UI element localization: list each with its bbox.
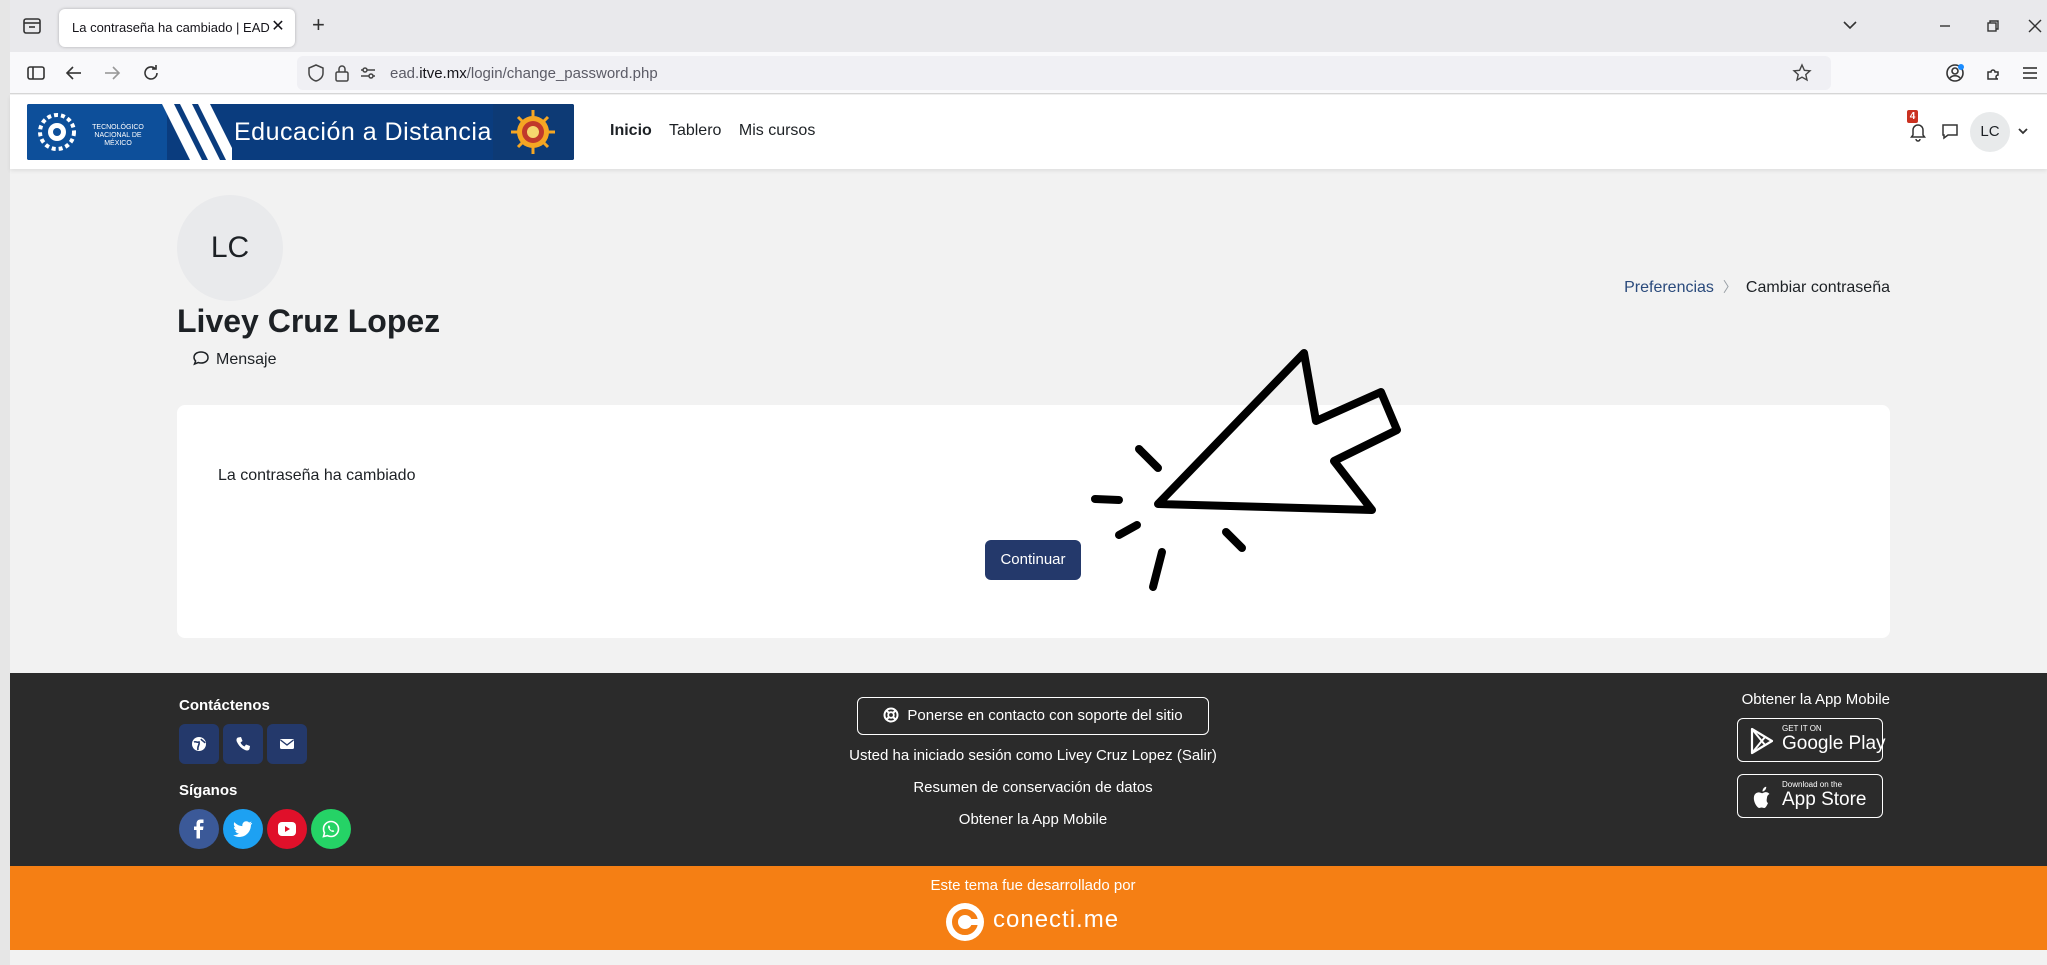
- notification-count-badge: 4: [1907, 110, 1918, 123]
- click-pointer-annotation-icon: [1085, 345, 1405, 595]
- message-link[interactable]: Mensaje: [192, 349, 276, 369]
- reload-icon[interactable]: [139, 61, 163, 85]
- speech-bubble-icon: [192, 349, 210, 367]
- google-play-icon: [1748, 727, 1776, 755]
- contact-heading: Contáctenos: [179, 697, 270, 714]
- email-button[interactable]: [267, 724, 307, 764]
- messages-icon[interactable]: [1939, 120, 1961, 142]
- back-icon[interactable]: [62, 61, 86, 85]
- extensions-icon[interactable]: [1982, 61, 2006, 85]
- menu-icon[interactable]: [2018, 61, 2042, 85]
- account-icon[interactable]: [1943, 61, 1967, 85]
- nav-inicio[interactable]: Inicio: [610, 122, 652, 139]
- message-label: Mensaje: [216, 351, 277, 368]
- list-all-tabs-icon[interactable]: [1840, 15, 1860, 35]
- envelope-icon: [279, 736, 295, 752]
- app-store-button[interactable]: Download on the App Store: [1737, 774, 1883, 818]
- chevron-down-icon[interactable]: [2016, 124, 2030, 138]
- site-logo[interactable]: TECNOLÓGICO NACIONAL DE MÉXICO Educación…: [27, 104, 574, 160]
- sidebar-toggle-icon[interactable]: [24, 61, 48, 85]
- user-menu-avatar[interactable]: LC: [1970, 112, 2010, 152]
- facebook-button[interactable]: [179, 809, 219, 849]
- logo-small-text: TECNOLÓGICO NACIONAL DE MÉXICO: [92, 124, 144, 147]
- browser-tab-active[interactable]: La contraseña ha cambiado | EAD ✕: [59, 9, 295, 47]
- lock-icon[interactable]: [331, 62, 353, 84]
- phone-button[interactable]: [223, 724, 263, 764]
- profile-avatar: LC: [177, 195, 283, 301]
- twitter-icon: [233, 820, 253, 838]
- url-text: ead.itve.mx/login/change_password.php: [390, 65, 658, 82]
- youtube-icon: [278, 822, 296, 836]
- continue-button[interactable]: Continuar: [985, 540, 1081, 580]
- page: La contraseña ha cambiado | EAD ✕ + ead.…: [10, 0, 2047, 965]
- close-tab-icon[interactable]: ✕: [269, 18, 287, 36]
- nav-tablero[interactable]: Tablero: [669, 122, 721, 139]
- follow-heading: Síganos: [179, 782, 238, 799]
- notifications-bell-icon[interactable]: [1907, 120, 1929, 142]
- password-changed-message: La contraseña ha cambiado: [218, 467, 416, 484]
- tab-list-icon[interactable]: [20, 14, 44, 38]
- restore-icon[interactable]: [1981, 14, 2005, 38]
- primary-navigation: Inicio Tablero Mis cursos: [610, 122, 828, 140]
- page-title: Livey Cruz Lopez: [177, 303, 441, 339]
- shield-icon[interactable]: [305, 62, 327, 84]
- logo-stripes: [162, 104, 232, 160]
- theme-credit-bar: Este tema fue desarrollado por conecti.m…: [10, 866, 2047, 950]
- support-label: Ponerse en contacto con soporte del siti…: [907, 707, 1183, 724]
- globe-icon: [191, 736, 207, 752]
- website-button[interactable]: [179, 724, 219, 764]
- logged-in-text[interactable]: Usted ha iniciado sesión como Livey Cruz…: [849, 747, 1217, 764]
- logo-title: Educación a Distancia: [234, 118, 492, 146]
- site-header: TECNOLÓGICO NACIONAL DE MÉXICO Educación…: [10, 95, 2047, 169]
- whatsapp-icon: [322, 820, 340, 838]
- site-footer: Contáctenos Síganos Ponerse en contacto …: [10, 673, 2047, 866]
- conecti-logo-icon: [945, 902, 985, 942]
- whatsapp-button[interactable]: [311, 809, 351, 849]
- nav-mis-cursos[interactable]: Mis cursos: [739, 122, 815, 139]
- breadcrumb-separator-icon: 〉: [1722, 279, 1737, 295]
- data-retention-link[interactable]: Resumen de conservación de datos: [913, 779, 1152, 796]
- breadcrumb-current: Cambiar contraseña: [1745, 279, 1890, 296]
- breadcrumb: Preferencias 〉 Cambiar contraseña: [1624, 277, 1890, 297]
- tab-title: La contraseña ha cambiado | EAD: [72, 20, 270, 35]
- minimize-icon[interactable]: [1933, 14, 1957, 38]
- tecnm-gear-icon: [35, 110, 79, 154]
- conecti-link[interactable]: conecti.me: [945, 900, 1125, 944]
- google-big-text: Google Play: [1782, 733, 1886, 754]
- phone-icon: [235, 736, 251, 752]
- bookmark-star-icon[interactable]: [1791, 62, 1813, 84]
- apple-big-text: App Store: [1782, 789, 1867, 810]
- lifebuoy-icon: [883, 707, 899, 723]
- new-tab-icon[interactable]: +: [312, 14, 325, 36]
- youtube-button[interactable]: [267, 809, 307, 849]
- close-window-icon[interactable]: [2023, 14, 2047, 38]
- permissions-icon[interactable]: [357, 62, 379, 84]
- browser-nav-bar: ead.itve.mx/login/change_password.php: [10, 52, 2047, 94]
- credit-text: Este tema fue desarrollado por: [930, 877, 1136, 894]
- google-small-text: GET IT ON: [1782, 724, 1822, 733]
- apple-icon: [1748, 783, 1776, 811]
- facebook-icon: [191, 819, 207, 839]
- app-heading: Obtener la App Mobile: [1741, 691, 1890, 708]
- logo-emblem: [493, 104, 574, 160]
- browser-tab-bar: La contraseña ha cambiado | EAD ✕ +: [10, 0, 2047, 52]
- google-play-button[interactable]: GET IT ON Google Play: [1737, 718, 1886, 762]
- url-bar[interactable]: ead.itve.mx/login/change_password.php: [297, 56, 1831, 90]
- get-app-link[interactable]: Obtener la App Mobile: [959, 811, 1107, 828]
- apple-small-text: Download on the: [1782, 780, 1843, 789]
- conecti-brand: conecti.me: [993, 906, 1120, 933]
- twitter-button[interactable]: [223, 809, 263, 849]
- notification-card: La contraseña ha cambiado Continuar: [177, 405, 1890, 638]
- contact-support-button[interactable]: Ponerse en contacto con soporte del siti…: [857, 697, 1209, 735]
- breadcrumb-preferencias[interactable]: Preferencias: [1624, 279, 1714, 296]
- forward-icon[interactable]: [100, 61, 124, 85]
